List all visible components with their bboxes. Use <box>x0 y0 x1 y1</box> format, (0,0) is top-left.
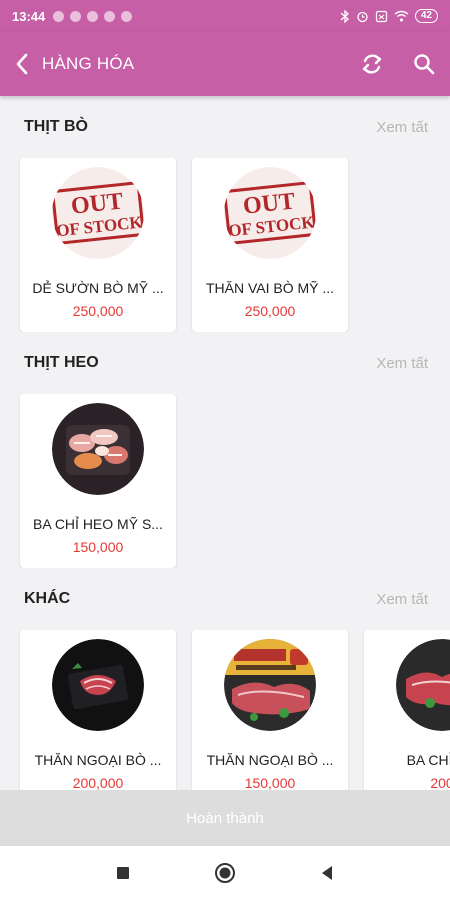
square-icon <box>117 867 129 879</box>
back-nav-button[interactable] <box>315 861 339 885</box>
product-image <box>52 639 144 731</box>
wifi-icon <box>394 10 409 22</box>
notification-icon <box>70 10 82 22</box>
alarm-icon <box>357 11 368 22</box>
product-name: THĂN VAI BÒ MỸ ... <box>205 280 335 296</box>
product-name: DẺ SƯỜN BÒ MỸ ... <box>32 280 164 296</box>
section-title: THỊT BÒ <box>24 118 88 135</box>
status-bar: 13:44 42 <box>0 0 450 32</box>
status-time: 13:44 <box>12 8 46 24</box>
home-button[interactable] <box>213 861 237 885</box>
triangle-back-icon <box>322 866 332 880</box>
product-name: BA CHỈ B... <box>406 752 450 768</box>
app-bar: HÀNG HÓA <box>0 32 450 96</box>
notification-icon <box>104 10 116 22</box>
see-all-link[interactable]: Xem tất <box>376 591 428 608</box>
product-price: 250,000 <box>72 303 124 319</box>
refresh-icon <box>362 54 382 74</box>
back-button[interactable] <box>2 32 42 96</box>
notification-icon <box>121 10 133 22</box>
bluetooth-icon <box>340 9 349 23</box>
product-card[interactable]: OUT OF STOCK DẺ SƯỜN BÒ MỸ ... 250,000 <box>20 158 176 332</box>
section-title: KHÁC <box>24 590 71 607</box>
product-name: BA CHỈ HEO MỸ S... <box>33 516 163 532</box>
system-nav-bar <box>0 846 450 900</box>
product-image <box>52 403 144 495</box>
section-beef: THỊT BÒ Xem tất OUT OF STOCK DẺ SƯỜN BÒ … <box>0 96 450 332</box>
product-name: THĂN NGOẠI BÒ ... <box>206 752 334 768</box>
recent-apps-button[interactable] <box>111 861 135 885</box>
product-name: THĂN NGOẠI BÒ ... <box>34 752 162 768</box>
product-card[interactable]: THĂN NGOẠI BÒ ... 200,000 <box>20 630 176 790</box>
out-of-stock-image: OUT OF STOCK <box>224 167 316 259</box>
see-all-link[interactable]: Xem tất <box>376 119 428 136</box>
product-image <box>396 639 450 731</box>
page-title: HÀNG HÓA <box>42 54 135 73</box>
sim-icon <box>375 10 387 22</box>
search-button[interactable] <box>398 32 450 96</box>
product-price: 200 <box>430 775 450 790</box>
product-list[interactable]: THỊT BÒ Xem tất OUT OF STOCK DẺ SƯỜN BÒ … <box>0 96 450 790</box>
product-card[interactable]: BA CHỈ HEO MỸ S... 150,000 <box>20 394 176 568</box>
product-card[interactable]: THĂN NGOẠI BÒ ... 150,000 <box>192 630 348 790</box>
notification-icon <box>53 10 65 22</box>
chevron-left-icon <box>16 53 28 75</box>
system-icons: 42 <box>340 9 438 23</box>
product-price: 200,000 <box>72 775 124 790</box>
out-of-stock-image: OUT OF STOCK <box>52 167 144 259</box>
refresh-button[interactable] <box>346 32 398 96</box>
product-card[interactable]: OUT OF STOCK THĂN VAI BÒ MỸ ... 250,000 <box>192 158 348 332</box>
product-image <box>224 639 316 731</box>
done-button[interactable]: Hoàn thành <box>0 790 450 846</box>
see-all-link[interactable]: Xem tất <box>376 355 428 372</box>
section-other: KHÁC Xem tất THĂN NGOẠI BÒ ... 200,000 T… <box>0 568 450 790</box>
circle-icon <box>215 863 235 883</box>
search-icon <box>414 54 435 75</box>
product-card[interactable]: BA CHỈ B... 200 <box>364 630 450 790</box>
product-price: 150,000 <box>244 775 296 790</box>
notification-icons <box>53 10 133 22</box>
section-title: THỊT HEO <box>24 354 99 371</box>
product-price: 150,000 <box>72 539 124 555</box>
product-price: 250,000 <box>244 303 296 319</box>
notification-icon <box>87 10 99 22</box>
section-pork: THỊT HEO Xem tất BA CHỈ HEO MỸ S... 150,… <box>0 332 450 568</box>
battery-indicator: 42 <box>414 9 438 23</box>
